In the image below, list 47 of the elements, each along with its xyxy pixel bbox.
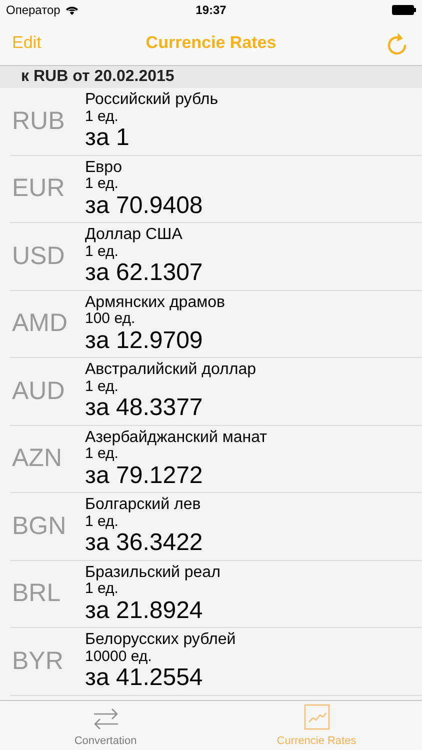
currency-name: Российский рубль <box>85 91 218 109</box>
currency-code: AZN <box>11 443 63 474</box>
currency-code: EUR <box>11 173 66 204</box>
currency-name: Белорусских рублей <box>85 631 236 649</box>
currency-rate: за 36.3422 <box>85 530 203 556</box>
carrier-name: Оператор <box>6 2 60 19</box>
currency-code: BYR <box>11 646 64 676</box>
wifi-icon <box>65 5 80 15</box>
currency-rate: за 48.3377 <box>85 395 204 422</box>
refresh-button[interactable] <box>386 30 408 54</box>
currency-name: Бразильский реал <box>85 564 220 582</box>
currency-units: 1 ед. <box>85 378 120 396</box>
currency-name: Армянских драмов <box>85 294 225 312</box>
swap-arrows-icon <box>92 708 118 730</box>
currency-code: USD <box>11 240 66 272</box>
currency-code: BGN <box>11 510 68 542</box>
currency-units: 10000 ед. <box>85 648 153 666</box>
currency-rate: за 1 <box>85 125 130 152</box>
currency-units: 1 ед. <box>85 244 120 260</box>
currency-code: AUD <box>11 376 66 406</box>
clock-time: 19:37 <box>196 2 226 19</box>
currency-name: Австралийский доллар <box>85 361 256 379</box>
currency-units: 100 ед. <box>85 311 136 328</box>
currency-rate: за 62.1307 <box>85 260 203 286</box>
currency-units: 1 ед. <box>85 446 118 463</box>
currency-rate: за 70.9408 <box>85 192 203 219</box>
currency-row[interactable]: BRL Бразильский реал 1 ед. за 21.8924 <box>10 560 422 628</box>
currency-units: 1 ед. <box>85 514 120 530</box>
nav-title: Currencie Rates <box>146 32 276 54</box>
currency-name: Болгарский лев <box>85 496 202 514</box>
chart-icon <box>304 704 330 730</box>
currency-name: Азербайджанский манат <box>85 428 267 446</box>
currency-units: 1 ед. <box>85 581 118 598</box>
currency-rate: за 21.8924 <box>85 598 204 624</box>
currency-rate: за 79.1272 <box>85 462 204 489</box>
currency-units: 1 ед. <box>85 176 118 193</box>
currency-name: Доллар США <box>85 226 184 244</box>
currency-rate: за 41.2554 <box>85 665 204 692</box>
currency-code: AMD <box>11 308 69 339</box>
currency-rate: за 12.9709 <box>85 328 204 354</box>
section-header: к RUB от 20.02.2015 <box>0 66 422 88</box>
currency-code: BRL <box>11 578 62 609</box>
currency-name: Евро <box>85 158 123 176</box>
battery-icon <box>392 5 416 15</box>
currency-code: RUB <box>11 106 66 136</box>
tab-bar-item[interactable]: Convertation <box>0 701 211 750</box>
currency-units: 1 ед. <box>85 108 120 126</box>
